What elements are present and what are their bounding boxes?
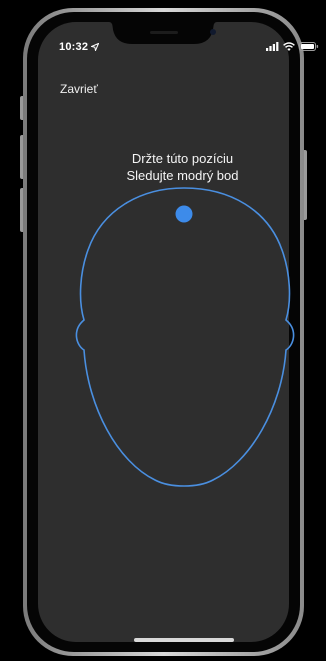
location-arrow-icon xyxy=(91,43,100,51)
speaker-grille xyxy=(150,31,178,34)
home-indicator[interactable] xyxy=(134,638,234,642)
status-icons xyxy=(266,42,319,51)
front-camera xyxy=(210,29,216,35)
cellular-signal-icon xyxy=(266,42,279,51)
tracking-dot xyxy=(175,205,193,223)
close-button[interactable]: Zavrieť xyxy=(60,82,98,96)
app-screen: 10:32 Zavrieť Držte túto pozíciu Sledujt… xyxy=(0,0,326,661)
status-time: 10:32 xyxy=(59,41,100,53)
instruction-follow-dot: Sledujte modrý bod xyxy=(126,168,239,183)
instructions: Držte túto pozíciu Sledujte modrý bod xyxy=(80,150,285,184)
battery-icon xyxy=(299,42,319,51)
instruction-hold-position: Držte túto pozíciu xyxy=(131,151,234,166)
wifi-icon xyxy=(283,42,295,51)
phone-frame xyxy=(20,8,307,656)
display xyxy=(38,22,289,642)
status-time-text: 10:32 xyxy=(59,41,89,53)
